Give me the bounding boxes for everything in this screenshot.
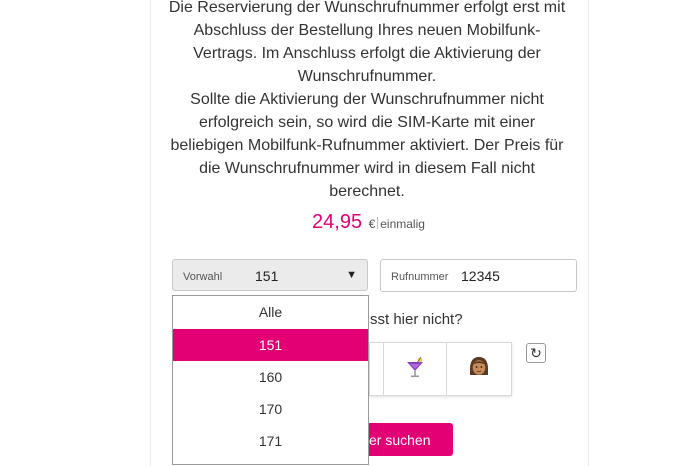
- number-input-label: Rufnummer: [391, 271, 449, 283]
- prefix-select[interactable]: Vorwahl 151 ▼: [172, 259, 368, 291]
- dropdown-option-alle[interactable]: Alle: [173, 296, 368, 328]
- description-text: Die Reservierung der Wunschrufnummer erf…: [162, 0, 572, 203]
- prefix-dropdown: Alle 151 160 170 171: [172, 295, 369, 465]
- search-button-label: er suchen: [369, 432, 431, 448]
- prefix-select-label: Vorwahl: [183, 271, 223, 283]
- captcha-option-1[interactable]: [370, 343, 384, 395]
- description-paragraph-2: Sollte die Aktivierung der Wunschrufnumm…: [170, 91, 564, 200]
- captcha-question: sst hier nicht?: [370, 311, 463, 328]
- price: 24,95 € einmalig: [150, 211, 587, 234]
- refresh-captcha-button[interactable]: ↻: [526, 343, 546, 363]
- price-currency: €: [368, 217, 376, 231]
- prefix-select-value: 151: [255, 268, 279, 284]
- price-note: einmalig: [380, 217, 425, 231]
- description-paragraph-1: Die Reservierung der Wunschrufnummer erf…: [168, 0, 566, 85]
- dropdown-option-151[interactable]: 151: [173, 329, 368, 361]
- dropdown-option-170[interactable]: 170: [173, 393, 368, 425]
- captcha-options: [369, 342, 512, 396]
- dropdown-option-171[interactable]: 171: [173, 425, 368, 457]
- refresh-icon: ↻: [530, 345, 542, 361]
- price-separator: [377, 217, 379, 229]
- number-input[interactable]: Rufnummer 12345: [380, 259, 577, 292]
- woman-face-icon: [467, 355, 491, 384]
- number-input-value: 12345: [461, 268, 500, 284]
- captcha-option-3[interactable]: [447, 343, 511, 395]
- cocktail-icon: [405, 356, 425, 383]
- chevron-down-icon: ▼: [346, 269, 357, 281]
- price-value: 24,95: [312, 211, 363, 233]
- dropdown-option-160[interactable]: 160: [173, 361, 368, 393]
- captcha-option-2[interactable]: [384, 343, 447, 395]
